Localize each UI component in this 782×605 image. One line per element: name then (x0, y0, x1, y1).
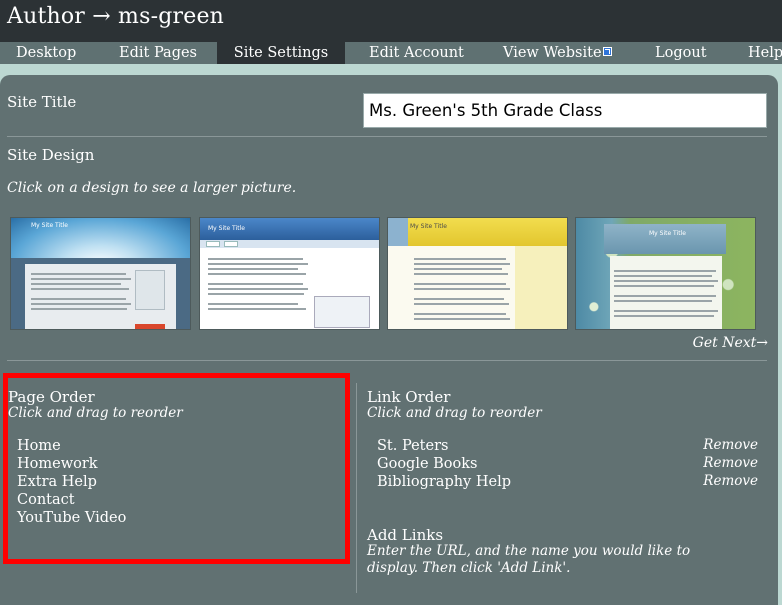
link-item-bibliography-help[interactable]: Bibliography Help (377, 474, 511, 490)
nav-view-website-label: View Website (503, 45, 602, 61)
nav-view-website[interactable]: View Website (503, 42, 612, 64)
thumb-text-line (31, 273, 126, 275)
app-header: Author → ms-green (0, 0, 782, 42)
thumb-text-line (614, 315, 714, 317)
thumb-text-line (414, 258, 506, 260)
add-links-hint-line2: display. Then click 'Add Link'. (367, 560, 571, 576)
thumb-text-line (31, 298, 126, 300)
thumb-text-line (414, 268, 502, 270)
thumb-text-line (614, 280, 718, 282)
thumb-right-sidebar (515, 246, 567, 329)
thumb-text-line (208, 283, 303, 285)
thumb-text-line (414, 313, 506, 315)
remove-link-button[interactable]: Remove (703, 455, 758, 471)
thumb-content-area (610, 256, 722, 329)
thumb-tab (224, 241, 238, 247)
thumb-text-line (208, 293, 304, 295)
site-design-label: Site Design (7, 146, 95, 164)
thumb-side-right (176, 264, 190, 329)
thumb-text-line (414, 303, 509, 305)
thumb-tab (206, 241, 220, 247)
site-title-label: Site Title (7, 93, 77, 111)
external-link-icon (602, 47, 612, 56)
thumb-nav-bar (11, 258, 190, 264)
nav-logout[interactable]: Logout (655, 42, 707, 64)
nav-edit-account[interactable]: Edit Account (369, 42, 464, 64)
thumb-text-line (31, 283, 121, 285)
page-order-item-homework[interactable]: Homework (17, 456, 98, 472)
thumb-text-line (414, 273, 508, 275)
page-order-hint: Click and drag to reorder (8, 405, 183, 421)
thumb-text-line (414, 283, 506, 285)
thumb-side-left (11, 264, 25, 329)
thumb-text-line (208, 288, 308, 290)
divider (7, 360, 767, 361)
add-links-label: Add Links (367, 526, 444, 544)
thumb-text-line (414, 298, 504, 300)
design-thumbnail-sunburst[interactable]: My Site Title (10, 217, 191, 330)
link-order-hint: Click and drag to reorder (367, 405, 542, 421)
thumb-text-line (208, 303, 298, 305)
page-order-item-home[interactable]: Home (17, 438, 61, 454)
page-order-item-extra-help[interactable]: Extra Help (17, 474, 97, 490)
thumb-corner-block (388, 218, 408, 246)
page-order-item-youtube-video[interactable]: YouTube Video (17, 510, 126, 526)
thumb-title-banner (604, 224, 726, 254)
remove-link-button[interactable]: Remove (703, 437, 758, 453)
divider (7, 136, 767, 137)
nav-site-settings[interactable]: Site Settings (217, 42, 345, 64)
link-order-label: Link Order (367, 388, 451, 406)
nav-edit-pages[interactable]: Edit Pages (119, 42, 197, 64)
column-divider (356, 383, 357, 593)
design-thumbnail-green[interactable]: My Site Title (575, 217, 756, 330)
design-thumbnail-blue[interactable]: My Site Title (199, 217, 380, 330)
design-thumbnail-yellow[interactable]: My Site Title (387, 217, 568, 330)
page-title: Author → ms-green (7, 4, 225, 29)
thumb-text-line (414, 263, 510, 265)
main-nav: Desktop Edit Pages Site Settings Edit Ac… (0, 42, 782, 64)
get-next-link[interactable]: Get Next→ (693, 335, 768, 351)
thumb-text-line (614, 270, 716, 272)
thumb-text-line (614, 310, 718, 312)
thumb-text-line (31, 308, 127, 310)
page-order-item-contact[interactable]: Contact (17, 492, 75, 508)
site-title-input[interactable]: Ms. Green's 5th Grade Class (363, 93, 767, 128)
thumb-red-bar (135, 324, 165, 329)
thumbnail-site-title: My Site Title (31, 222, 68, 229)
thumb-text-line (414, 288, 510, 290)
thumbnail-site-title: My Site Title (410, 223, 447, 230)
thumb-text-line (208, 273, 306, 275)
thumb-text-line (614, 285, 714, 287)
thumb-text-line (414, 318, 510, 320)
thumb-text-line (614, 275, 712, 277)
thumb-text-line (614, 295, 716, 297)
add-links-hint-line1: Enter the URL, and the name you would li… (367, 543, 691, 559)
thumb-text-line (31, 288, 129, 290)
remove-link-button[interactable]: Remove (703, 473, 758, 489)
thumb-text-line (208, 263, 308, 265)
link-item-google-books[interactable]: Google Books (377, 456, 478, 472)
thumb-login-box (314, 296, 370, 328)
thumb-text-line (614, 300, 712, 302)
site-design-hint: Click on a design to see a larger pictur… (7, 180, 297, 196)
thumb-text-line (208, 258, 303, 260)
thumb-text-line (31, 278, 131, 280)
nav-desktop[interactable]: Desktop (16, 42, 76, 64)
thumb-text-line (208, 308, 306, 310)
thumb-text-line (208, 268, 298, 270)
thumb-text-line (31, 303, 131, 305)
nav-help[interactable]: Help (748, 42, 782, 64)
link-item-st-peters[interactable]: St. Peters (377, 438, 448, 454)
thumbnail-site-title: My Site Title (208, 225, 245, 232)
thumb-sidebar-box (135, 270, 165, 310)
thumbnail-site-title: My Site Title (649, 230, 686, 237)
page-order-label: Page Order (8, 388, 95, 406)
